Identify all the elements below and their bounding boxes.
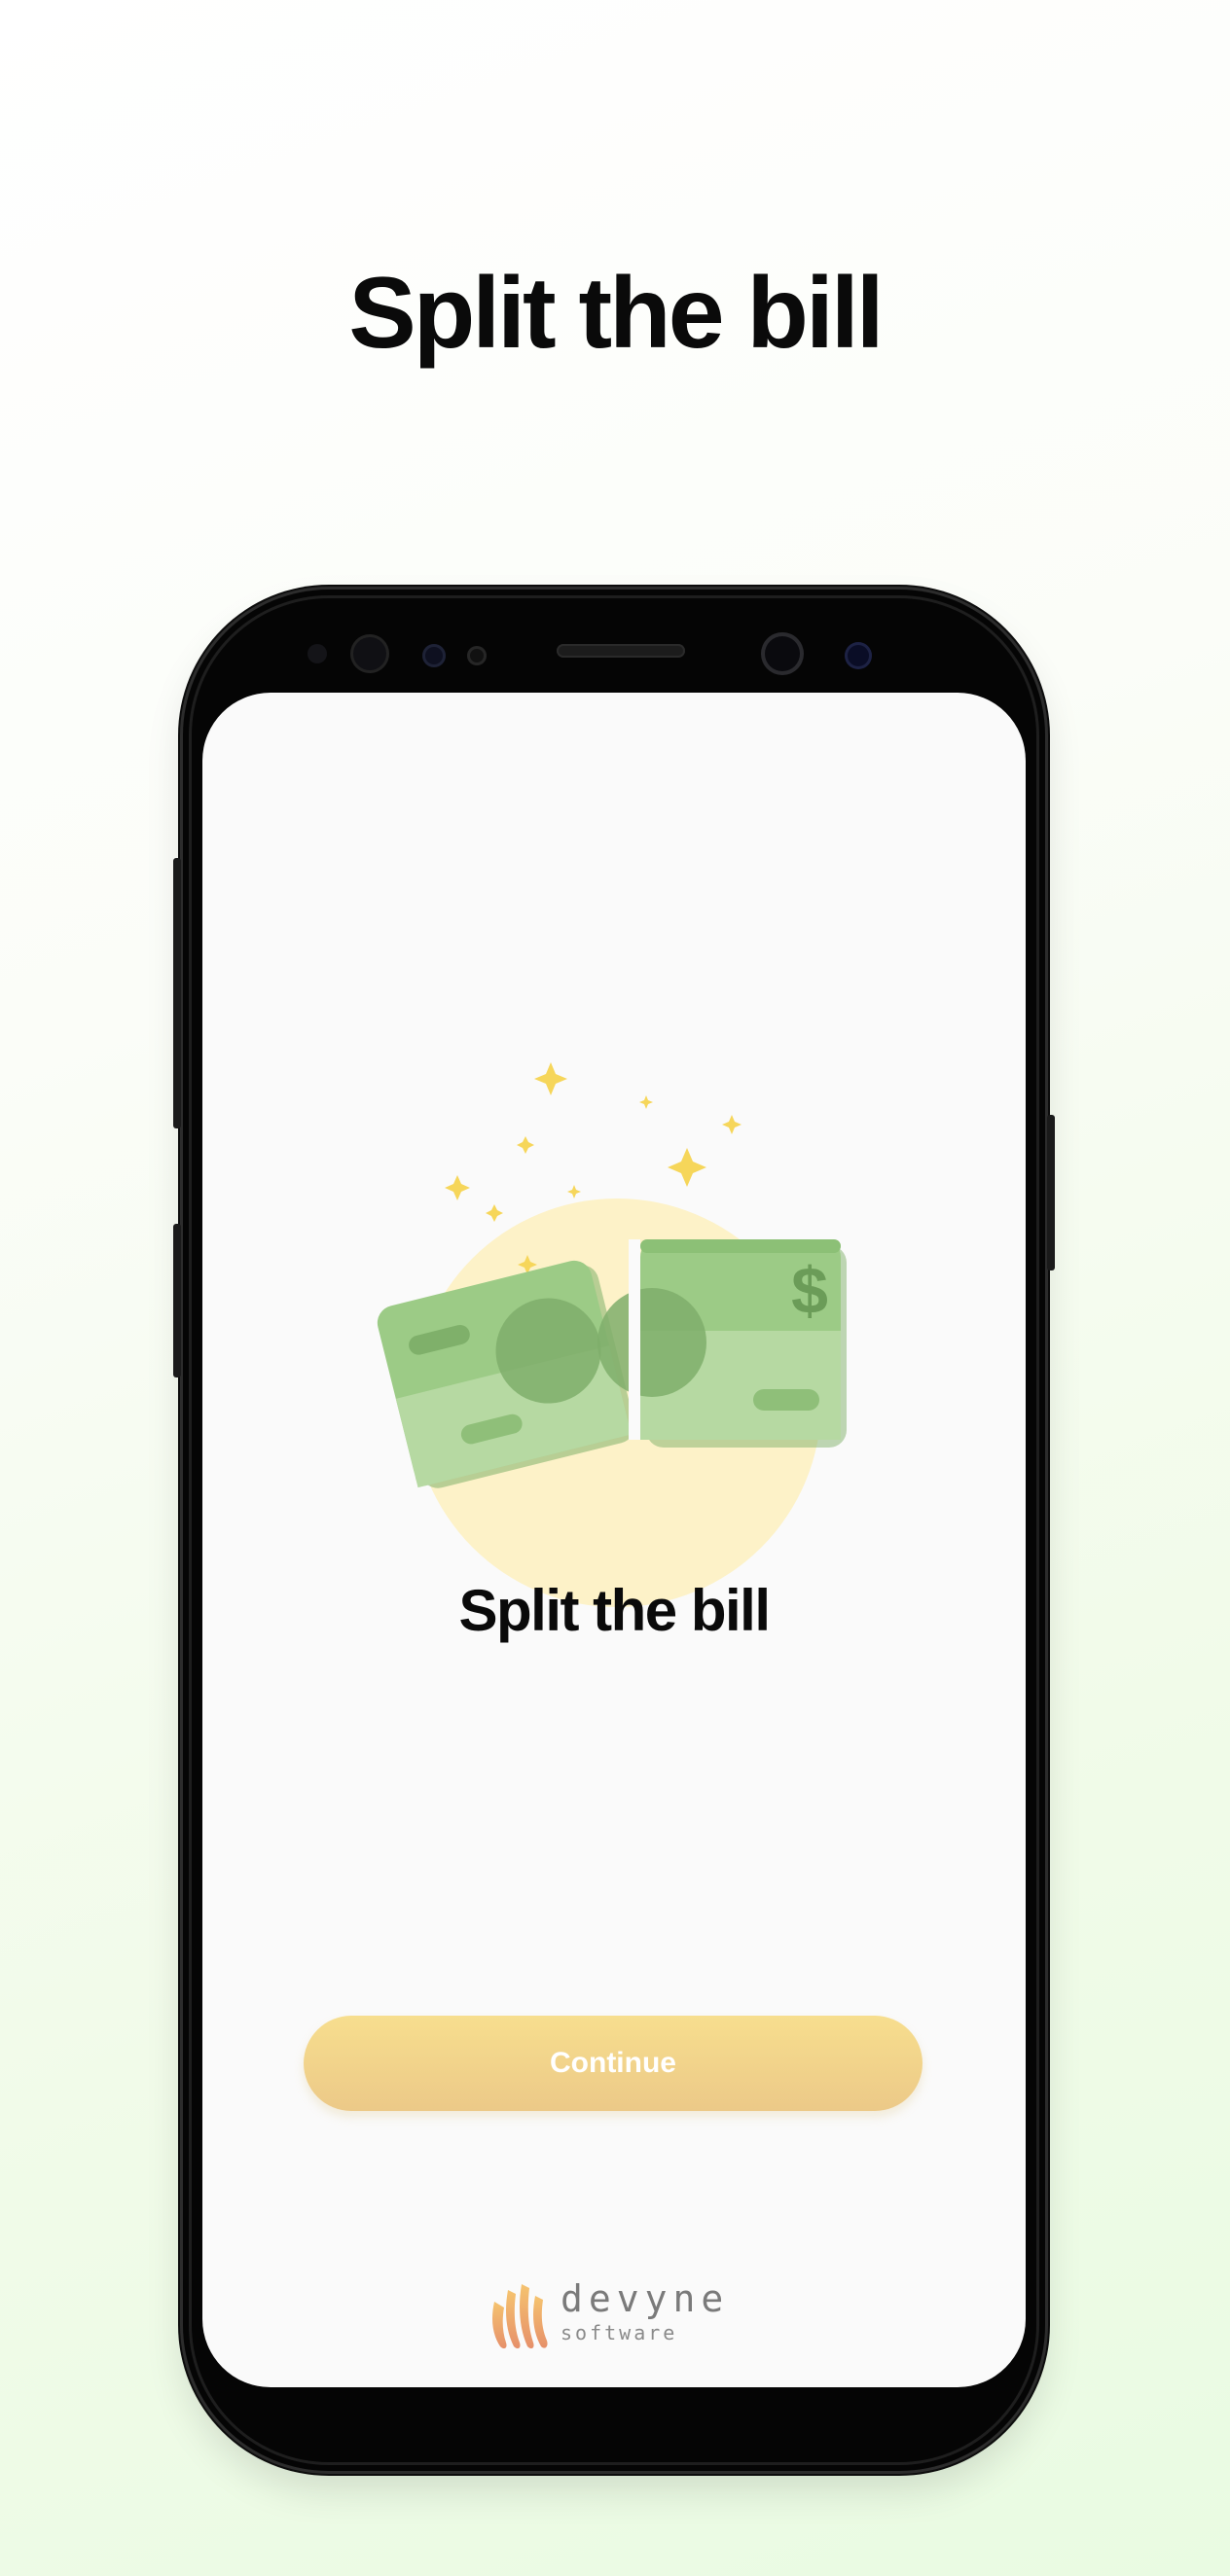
phone-frame: $ Split the bill Continue devyne softwar…: [173, 590, 1055, 2471]
iris-scanner: [350, 634, 389, 673]
money-split-icon: $: [377, 1062, 847, 1607]
page-title: Split the bill: [348, 257, 884, 370]
power-button: [1047, 1115, 1055, 1270]
earpiece-speaker: [557, 644, 685, 658]
logo-name: devyne: [561, 2277, 730, 2320]
screen-title: Split the bill: [458, 1578, 772, 1643]
camera-sensor: [845, 642, 872, 669]
ir-led: [467, 646, 487, 665]
proximity-sensor: [308, 644, 327, 663]
front-camera: [761, 632, 804, 675]
logo-subtitle: software: [561, 2321, 678, 2344]
continue-button[interactable]: Continue: [304, 2016, 922, 2111]
dollar-sign: $: [791, 1254, 828, 1328]
volume-up-button: [173, 858, 181, 1128]
volume-down-button: [173, 1224, 181, 1377]
devyne-logo: devyne software: [488, 2274, 742, 2352]
devyne-logo-icon: [492, 2284, 548, 2349]
light-sensor: [422, 644, 446, 667]
phone-screen: $ Split the bill Continue devyne softwar…: [202, 693, 1026, 2387]
